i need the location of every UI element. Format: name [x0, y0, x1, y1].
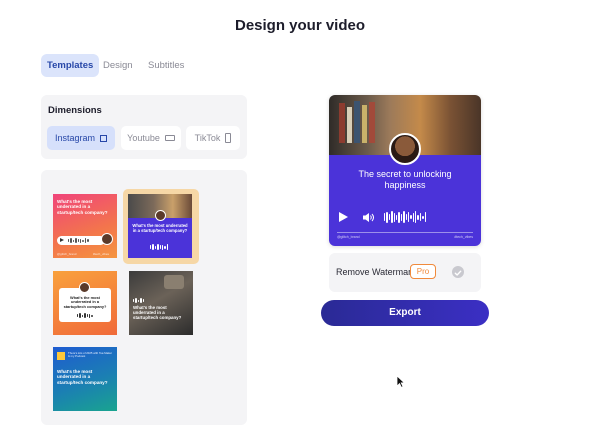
waveform-icon [133, 298, 144, 303]
waveform-icon [384, 211, 427, 223]
template-1-footer-left: @glitch_brand [57, 252, 77, 256]
template-1-footer-right: #tech_vibes [93, 252, 110, 256]
avatar [155, 210, 166, 221]
page-title: Design your video [234, 17, 366, 34]
template-card-4[interactable]: What's the most underrated in a startup/… [129, 271, 193, 335]
dimension-tiktok-button[interactable]: TikTok [186, 126, 240, 150]
template-3-text: What's the most underrated in a startup/… [63, 295, 107, 309]
preview-progress-line [337, 232, 473, 233]
template-5-text: What's the most underrated in a startup/… [57, 369, 108, 385]
template-card-1[interactable]: What's the most underrated in a startup/… [53, 194, 117, 258]
video-preview: The secret to unlocking happiness @glitc… [329, 95, 481, 246]
tab-subtitles[interactable]: Subtitles [142, 54, 190, 77]
book-spine [347, 107, 352, 143]
portrait-phone-icon [225, 133, 232, 143]
template-5-logo [57, 352, 65, 360]
remove-watermark-label: Remove Watermark [336, 267, 416, 277]
template-1-text: What's the most underrated in a startup/… [57, 199, 108, 215]
pro-badge: Pro [410, 264, 436, 279]
book-spine [369, 102, 375, 143]
waveform-icon [77, 313, 93, 318]
play-icon[interactable] [339, 212, 348, 222]
mouse-cursor-icon [396, 375, 405, 388]
book-spine [339, 103, 345, 143]
tab-templates[interactable]: Templates [41, 54, 100, 77]
dimensions-title: Dimensions [48, 105, 102, 116]
remove-watermark-row[interactable]: Remove Watermark Pro [329, 253, 481, 292]
landscape-icon [164, 135, 175, 141]
template-card-2[interactable]: What's the most underrated in a startup/… [128, 194, 192, 258]
book-spine [362, 105, 367, 143]
export-button[interactable]: Export [321, 300, 489, 326]
waveform-icon [68, 238, 89, 243]
dimension-instagram-label: Instagram [54, 133, 96, 143]
template-2-text: What's the most underrated in a startup/… [132, 223, 188, 233]
waveform-icon [150, 244, 169, 250]
book-spine [354, 101, 360, 143]
volume-icon[interactable] [362, 212, 374, 223]
dimension-youtube-button[interactable]: Youtube [121, 126, 181, 150]
avatar [79, 282, 90, 293]
template-1-audio-pill [57, 236, 105, 245]
preview-caption: The secret to unlocking happiness [358, 169, 452, 190]
avatar [389, 133, 421, 165]
template-card-5[interactable]: There's lots of 2025 with Tea Maker & my… [53, 347, 117, 411]
template-4-text: What's the most underrated in a startup/… [133, 305, 182, 321]
preview-footer-right: #tech_vibes [454, 235, 473, 239]
dimension-instagram-button[interactable]: Instagram [47, 126, 115, 150]
checkmark-icon[interactable] [452, 266, 464, 278]
template-card-3[interactable]: What's the most underrated in a startup/… [53, 271, 117, 335]
square-icon [100, 134, 108, 142]
dimension-youtube-label: Youtube [127, 133, 160, 143]
dimension-tiktok-label: TikTok [194, 133, 221, 143]
preview-footer-left: @glitch_brand [337, 235, 360, 239]
template-5-header: There's lots of 2025 with Tea Maker & my… [68, 351, 113, 359]
avatar [101, 233, 113, 245]
template-4-photo-detail [164, 275, 184, 289]
play-icon [60, 238, 64, 242]
tab-design[interactable]: Design [97, 54, 139, 77]
